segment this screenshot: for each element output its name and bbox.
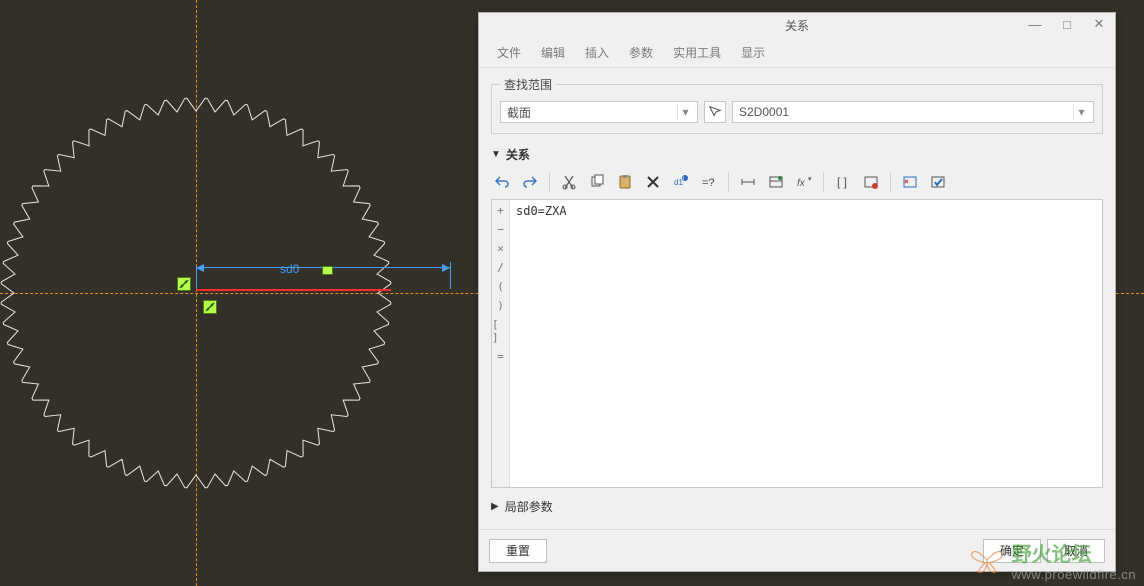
- verify-button[interactable]: [927, 171, 949, 193]
- minimize-button[interactable]: —: [1023, 15, 1047, 33]
- insert-param-button[interactable]: [765, 171, 787, 193]
- separator: [549, 172, 550, 192]
- search-scope-legend: 查找范围: [500, 76, 556, 93]
- chevron-down-icon: ▾: [1073, 104, 1089, 120]
- svg-text:i: i: [683, 176, 684, 182]
- menu-insert[interactable]: 插入: [577, 40, 617, 65]
- scope-type-value: 截面: [507, 104, 531, 121]
- dimension-label[interactable]: sd0: [280, 262, 299, 276]
- gutter-div[interactable]: /: [497, 261, 504, 274]
- gutter-times[interactable]: ×: [497, 242, 504, 255]
- local-params-header[interactable]: ▶ 局部参数: [491, 498, 1103, 515]
- gutter-eq[interactable]: =: [497, 350, 504, 363]
- copy-button[interactable]: [586, 171, 608, 193]
- titlebar[interactable]: 关系 — □ ✕: [479, 13, 1115, 38]
- units-button[interactable]: d1i: [670, 171, 692, 193]
- menu-params[interactable]: 参数: [621, 40, 661, 65]
- highlight-button[interactable]: [860, 171, 882, 193]
- gutter-plus[interactable]: +: [497, 204, 504, 217]
- gutter-bracket[interactable]: [ ]: [492, 318, 509, 344]
- dimension-handle[interactable]: [322, 266, 333, 275]
- gutter-lparen[interactable]: (: [497, 280, 504, 293]
- ruler-button[interactable]: [737, 171, 759, 193]
- svg-text:=?: =?: [702, 177, 715, 189]
- cancel-button[interactable]: 取消: [1047, 539, 1105, 563]
- svg-text:[ ]: [ ]: [837, 175, 847, 189]
- menubar: 文件 编辑 插入 参数 实用工具 显示: [479, 38, 1115, 68]
- gutter-rparen[interactable]: ): [497, 299, 504, 312]
- maximize-button[interactable]: □: [1055, 15, 1079, 33]
- separator: [890, 172, 891, 192]
- operator-gutter: + − × / ( ) [ ] =: [492, 200, 510, 487]
- evaluate-button[interactable]: =?: [698, 171, 720, 193]
- dimension-extension: [450, 262, 451, 289]
- expand-icon: ▶: [491, 501, 499, 512]
- relations-toolbar: d1i =? fx▾ [ ]: [491, 169, 1103, 199]
- undo-button[interactable]: [491, 171, 513, 193]
- function-button[interactable]: fx▾: [793, 171, 815, 193]
- constraint-icon[interactable]: [177, 277, 191, 291]
- menu-display[interactable]: 显示: [733, 40, 773, 65]
- dialog-title: 关系: [479, 17, 1115, 34]
- scope-target-combo[interactable]: S2D0001 ▾: [732, 101, 1094, 123]
- separator: [728, 172, 729, 192]
- menu-file[interactable]: 文件: [489, 40, 529, 65]
- svg-text:fx: fx: [797, 178, 806, 189]
- sketch-line[interactable]: [196, 289, 391, 291]
- ok-button[interactable]: 确定: [983, 539, 1041, 563]
- relations-dialog: 关系 — □ ✕ 文件 编辑 插入 参数 实用工具 显示 查找范围 截面 ▾: [478, 12, 1116, 572]
- scope-target-value: S2D0001: [739, 105, 789, 119]
- relations-section-label: 关系: [506, 146, 530, 163]
- local-params-label: 局部参数: [505, 498, 553, 515]
- menu-edit[interactable]: 编辑: [533, 40, 573, 65]
- svg-text:▾: ▾: [808, 176, 812, 183]
- relations-section-header[interactable]: ▼ 关系: [491, 146, 1103, 163]
- scope-type-combo[interactable]: 截面 ▾: [500, 101, 698, 123]
- delete-button[interactable]: [642, 171, 664, 193]
- reset-button[interactable]: 重置: [489, 539, 547, 563]
- redo-button[interactable]: [519, 171, 541, 193]
- menu-tools[interactable]: 实用工具: [665, 40, 729, 65]
- paste-button[interactable]: [614, 171, 636, 193]
- relations-editor-wrap: + − × / ( ) [ ] = sd0=ZXA: [491, 199, 1103, 488]
- relations-editor[interactable]: sd0=ZXA: [510, 200, 1102, 487]
- search-scope-fieldset: 查找范围 截面 ▾ S2D0001 ▾: [491, 76, 1103, 134]
- brackets-button[interactable]: [ ]: [832, 171, 854, 193]
- collapse-icon: ▼: [491, 149, 501, 160]
- dialog-footer: 重置 确定 取消: [479, 529, 1115, 571]
- separator: [823, 172, 824, 192]
- chevron-down-icon: ▾: [677, 104, 693, 120]
- gear-sketch[interactable]: [0, 93, 396, 493]
- close-button[interactable]: ✕: [1087, 15, 1111, 33]
- pick-button[interactable]: [704, 101, 726, 123]
- sort-button[interactable]: [899, 171, 921, 193]
- gutter-minus[interactable]: −: [497, 223, 504, 236]
- constraint-icon[interactable]: [203, 300, 217, 314]
- cut-button[interactable]: [558, 171, 580, 193]
